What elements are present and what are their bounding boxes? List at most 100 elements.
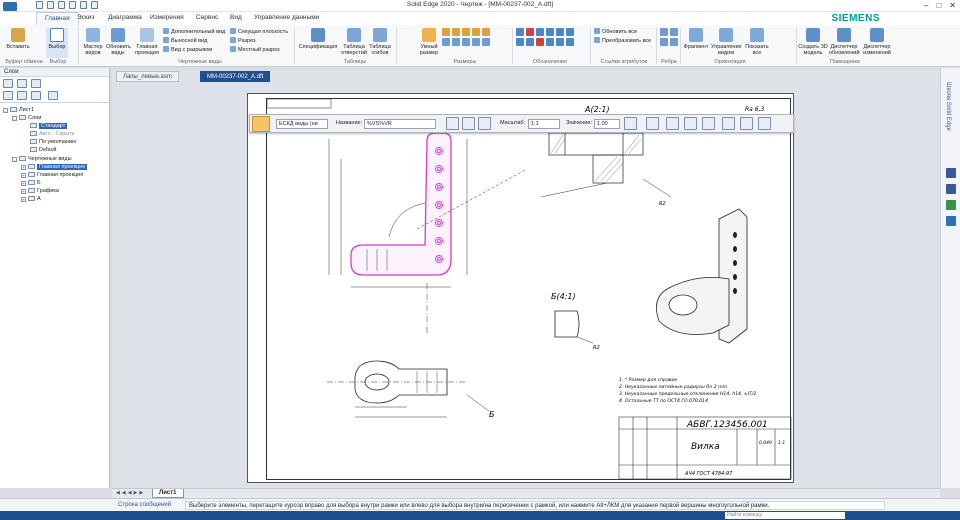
tab-view[interactable]: Вид [230,14,242,21]
name-input[interactable]: %VS%VR [364,119,436,129]
centerline-icon[interactable] [566,38,574,46]
tree-item-main-projection-1[interactable]: + Главная проекция [21,164,88,171]
aux-view-button[interactable]: Дополнительный вид [163,28,225,36]
update-all-button[interactable]: Обновить все [594,28,637,36]
fragment-button[interactable]: Фрагмент [682,28,710,50]
zoom-view-icon[interactable] [666,117,679,130]
edge-condition-icon[interactable] [556,28,564,36]
tab-tools[interactable]: Сервис [196,14,218,21]
main-projection-button[interactable]: Главная проекция [134,28,160,56]
view-properties-icon[interactable] [446,117,459,130]
properties-panel-icon[interactable] [946,216,956,226]
view-management-button[interactable]: Управление видом [711,28,742,56]
diameter-icon[interactable] [452,38,460,46]
shaded-view-icon[interactable] [478,117,491,130]
drawing-graphics[interactable]: A(2:1) R2 Б(4:1) R2 Б Ra 6,3 1. * Размер… [267,99,792,481]
sheet-tab-1[interactable]: Лист1 [152,489,184,498]
doc-tab-assembly[interactable]: Лапы_левые.asm [116,71,179,82]
show-edges-icon[interactable] [660,28,668,36]
detail-view-button[interactable]: Выносной вид [163,37,207,45]
tree-item-drawing-views[interactable]: - Чертежные виды [12,156,72,163]
drawing-sheet[interactable]: A(2:1) R2 Б(4:1) R2 Б Ra 6,3 1. * Размер… [247,93,794,483]
hole-table-button[interactable]: Таблица отверстий [341,28,367,56]
style-select[interactable]: ЕСКД виды (ни [276,119,328,129]
tree-item-sheet1[interactable]: - Лист1 [3,107,34,114]
feature-control-icon[interactable] [516,38,524,46]
activate-layer-icon[interactable] [17,79,27,88]
datum-frame-icon[interactable] [566,28,574,36]
chain-icon[interactable] [472,38,480,46]
solid-edge-school-link[interactable]: Школа Solid Edge [945,82,951,131]
new-layer-icon[interactable] [3,79,13,88]
create-3d-model-button[interactable]: Создать 3D модель [798,28,828,56]
edge-paint-icon[interactable] [670,38,678,46]
tab-sketch[interactable]: Эскиз [77,14,94,21]
cutting-plane-button[interactable]: Секущая плоскость [230,28,288,36]
section-button[interactable]: Разрез [230,37,256,45]
update-views-button[interactable]: Обновить виды [106,28,131,56]
local-section-button[interactable]: Местный разрез [230,46,280,54]
tree-item-standard-layer[interactable]: Стандарт [30,123,68,130]
callout-icon[interactable] [516,28,524,36]
hide-edges-icon[interactable] [670,28,678,36]
angle-icon[interactable] [452,28,460,36]
hide-layer-icon[interactable] [3,91,13,100]
rotate-view-icon[interactable] [646,117,659,130]
facebook-icon[interactable] [946,168,956,178]
edit-view-icon[interactable] [702,117,715,130]
scale-select[interactable]: 1:1 [528,119,560,129]
maximize-icon[interactable]: □ [936,0,941,11]
command-finder-input[interactable]: Найти команду [725,512,845,519]
convert-all-button[interactable]: Преобразовать все [594,37,651,45]
show-all-button[interactable]: Показать все [743,28,771,56]
parts-list-button[interactable]: Спецификация [298,28,338,50]
arc-length-icon[interactable] [462,38,470,46]
annotation-view-icon[interactable] [684,117,697,130]
select-button[interactable]: Выбор [46,28,68,58]
tree-item-main-projection-2[interactable]: + Главная проекция [21,172,83,179]
tree-item-default[interactable]: Default [30,147,56,154]
leader-icon[interactable] [546,38,554,46]
edge-style-icon[interactable] [660,38,668,46]
layer-options-icon[interactable] [48,91,58,100]
help-icon[interactable] [946,200,956,210]
tab-data-management[interactable]: Управление данными [254,14,319,21]
tab-measure[interactable]: Измерения [150,14,184,21]
paste-button[interactable]: Вставить [4,28,32,50]
balloon-icon[interactable] [526,28,534,36]
close-icon[interactable]: ✕ [949,0,956,11]
tree-item-default-ru[interactable]: По умолчанию [30,139,76,146]
symmetric-icon[interactable] [482,28,490,36]
update-manager-button[interactable]: Диспетчер обновлений [829,28,860,56]
sheet-navigation-icon[interactable]: ◀◀◀▶▶ [116,490,145,496]
tree-item-view-a[interactable]: + А [21,196,41,203]
coordinate-icon[interactable] [462,28,470,36]
tab-diagram[interactable]: Диаграмма [108,14,142,21]
show-layer-icon[interactable] [31,79,41,88]
tree-item-auto-hide[interactable]: Авто - Скрыть [30,131,75,138]
lock-view-icon[interactable] [758,117,771,130]
datum-target-icon[interactable] [526,38,534,46]
minimize-icon[interactable]: – [924,0,928,11]
distance-icon[interactable] [442,28,450,36]
tab-home[interactable]: Главная [36,12,79,25]
tree-item-view-b[interactable]: + Б [21,180,41,187]
chamfer-icon[interactable] [472,28,480,36]
select-tool-icon[interactable] [252,116,270,132]
text-icon[interactable] [536,38,544,46]
broken-view-button[interactable]: Вид с разрывом [163,46,212,54]
surface-texture-icon[interactable] [536,28,544,36]
bend-table-button[interactable]: Таблица сгибов [368,28,392,56]
change-manager-button[interactable]: Диспетчер изменений [861,28,893,56]
tree-item-graphics[interactable]: + Графика [21,188,59,195]
tree-item-layers[interactable]: - Слои [12,115,41,122]
radius-icon[interactable] [442,38,450,46]
master-views-button[interactable]: Мастер видов [82,28,104,56]
drawing-canvas[interactable]: A(2:1) R2 Б(4:1) R2 Б Ra 6,3 1. * Размер… [112,83,940,488]
share-icon[interactable] [946,184,956,194]
center-mark-icon[interactable] [556,38,564,46]
weld-icon[interactable] [546,28,554,36]
iso-view-icon[interactable] [722,117,735,130]
view-display-icon[interactable] [462,117,475,130]
doc-tab-drawing[interactable]: MM-00237-002_A.dft [200,71,271,82]
